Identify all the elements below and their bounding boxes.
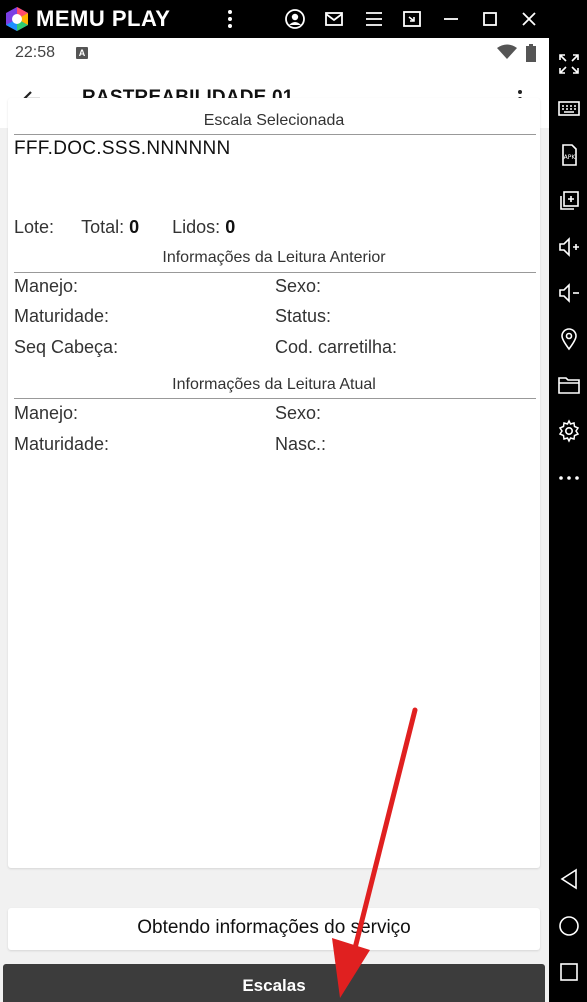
- brand-name: MEMU PLAY: [36, 6, 171, 31]
- status-bar: 22:58 A: [0, 38, 549, 70]
- svg-text:APK: APK: [564, 154, 577, 161]
- selected-scale-title: Escala Selecionada: [203, 112, 345, 129]
- curr-maturidade-label: Maturidade:: [14, 434, 110, 454]
- location-icon[interactable]: [557, 327, 581, 351]
- more-vert-icon[interactable]: [219, 8, 241, 30]
- emulator-sidebar: APK: [549, 38, 587, 1002]
- status-time: 22:58: [15, 44, 56, 61]
- counts-row: Lote: Total: 0 Lidos: 0: [14, 217, 235, 238]
- minimize-icon[interactable]: [440, 8, 462, 30]
- curr-sexo-label: Sexo:: [275, 403, 322, 423]
- lidos-label: Lidos:: [172, 217, 221, 237]
- account-icon[interactable]: [284, 8, 306, 30]
- previous-reading-title: Informações da Leitura Anterior: [162, 249, 386, 266]
- prev-maturidade-label: Maturidade:: [14, 306, 110, 326]
- android-recents-icon[interactable]: [557, 960, 581, 984]
- mail-icon[interactable]: [323, 8, 345, 30]
- divider: [14, 134, 536, 135]
- volume-up-icon[interactable]: [557, 235, 581, 259]
- prev-manejo-label: Manejo:: [14, 276, 79, 296]
- folder-icon[interactable]: [557, 373, 581, 397]
- android-home-icon[interactable]: [557, 914, 581, 938]
- android-screen: 22:58 A RASTREABILIDADE 01 Escala Seleci…: [0, 38, 549, 1002]
- prev-status-label: Status:: [275, 306, 332, 326]
- reading-info-card: Escala Selecionada FFF.DOC.SSS.NNNNNN Lo…: [8, 98, 540, 868]
- volume-down-icon[interactable]: [557, 281, 581, 305]
- scale-code: FFF.DOC.SSS.NNNNNN: [14, 138, 231, 159]
- memu-logo: MEMU PLAY: [4, 5, 170, 33]
- fullscreen-icon[interactable]: [557, 52, 581, 76]
- screen-cast-icon[interactable]: [401, 8, 423, 30]
- lidos-value: 0: [225, 217, 236, 237]
- lote-label: Lote:: [14, 217, 55, 237]
- service-status-card: Obtendo informações do serviço: [8, 908, 540, 950]
- current-reading-title: Informações da Leitura Atual: [172, 376, 376, 393]
- curr-manejo-label: Manejo:: [14, 403, 79, 423]
- annotation-arrow-icon: [332, 707, 418, 998]
- memu-logo-icon: [6, 7, 28, 31]
- total-value: 0: [129, 217, 140, 237]
- prev-sexo-label: Sexo:: [275, 276, 322, 296]
- maximize-icon[interactable]: [479, 8, 501, 30]
- more-horiz-icon[interactable]: [557, 466, 581, 490]
- curr-nasc-label: Nasc.:: [275, 434, 327, 454]
- apk-icon[interactable]: APK: [557, 143, 581, 167]
- divider: [14, 398, 536, 399]
- emulator-title-bar: MEMU PLAY: [0, 0, 587, 38]
- battery-icon: [526, 44, 536, 62]
- settings-icon[interactable]: [557, 419, 581, 443]
- total-label: Total:: [81, 217, 125, 237]
- escalas-button[interactable]: Escalas: [3, 964, 545, 1002]
- menu-icon[interactable]: [363, 8, 385, 30]
- prev-cod-carretilha-label: Cod. carretilha:: [275, 337, 398, 357]
- keyboard-icon[interactable]: [557, 96, 581, 120]
- close-icon[interactable]: [518, 8, 540, 30]
- prev-seq-cabeca-label: Seq Cabeça:: [14, 337, 119, 357]
- wifi-icon: [497, 44, 517, 59]
- divider: [14, 272, 536, 273]
- android-back-icon[interactable]: [557, 867, 581, 891]
- multi-window-icon[interactable]: [557, 189, 581, 213]
- notification-icon: A: [76, 47, 88, 59]
- service-status-message: Obtendo informações do serviço: [137, 917, 411, 938]
